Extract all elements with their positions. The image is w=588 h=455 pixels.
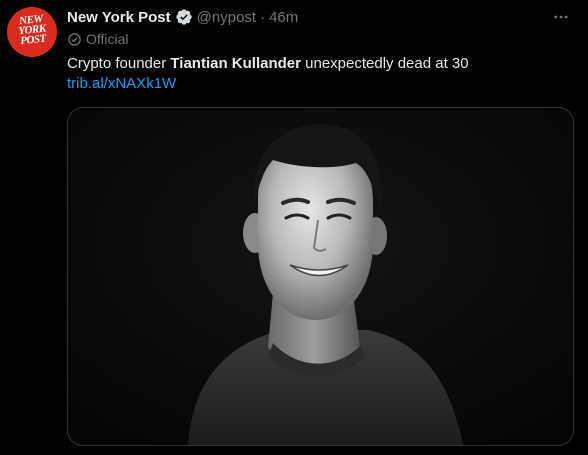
portrait-photo bbox=[68, 108, 573, 445]
tweet-timestamp[interactable]: 46m bbox=[269, 9, 298, 26]
official-text: Official bbox=[86, 31, 129, 47]
official-label: Official bbox=[67, 31, 129, 47]
tweet-header: New York Post @nypost · 46m bbox=[67, 6, 298, 28]
author-name[interactable]: New York Post bbox=[67, 9, 171, 26]
avatar[interactable]: NEW YORK POST bbox=[7, 7, 57, 57]
tweet-text-bold: Tiantian Kullander bbox=[170, 55, 301, 72]
verified-badge-icon[interactable] bbox=[175, 8, 193, 26]
tweet-text: Crypto founder Tiantian Kullander unexpe… bbox=[67, 55, 469, 72]
tweet-media-photo[interactable] bbox=[67, 107, 574, 446]
author-handle[interactable]: @nypost bbox=[197, 9, 256, 26]
separator-dot: · bbox=[260, 8, 266, 26]
tweet-link[interactable]: trib.al/xNAXk1W bbox=[67, 74, 176, 94]
official-check-icon bbox=[68, 32, 81, 46]
more-horizontal-icon[interactable] bbox=[552, 8, 570, 31]
nypost-logo: NEW YORK POST bbox=[17, 12, 47, 48]
